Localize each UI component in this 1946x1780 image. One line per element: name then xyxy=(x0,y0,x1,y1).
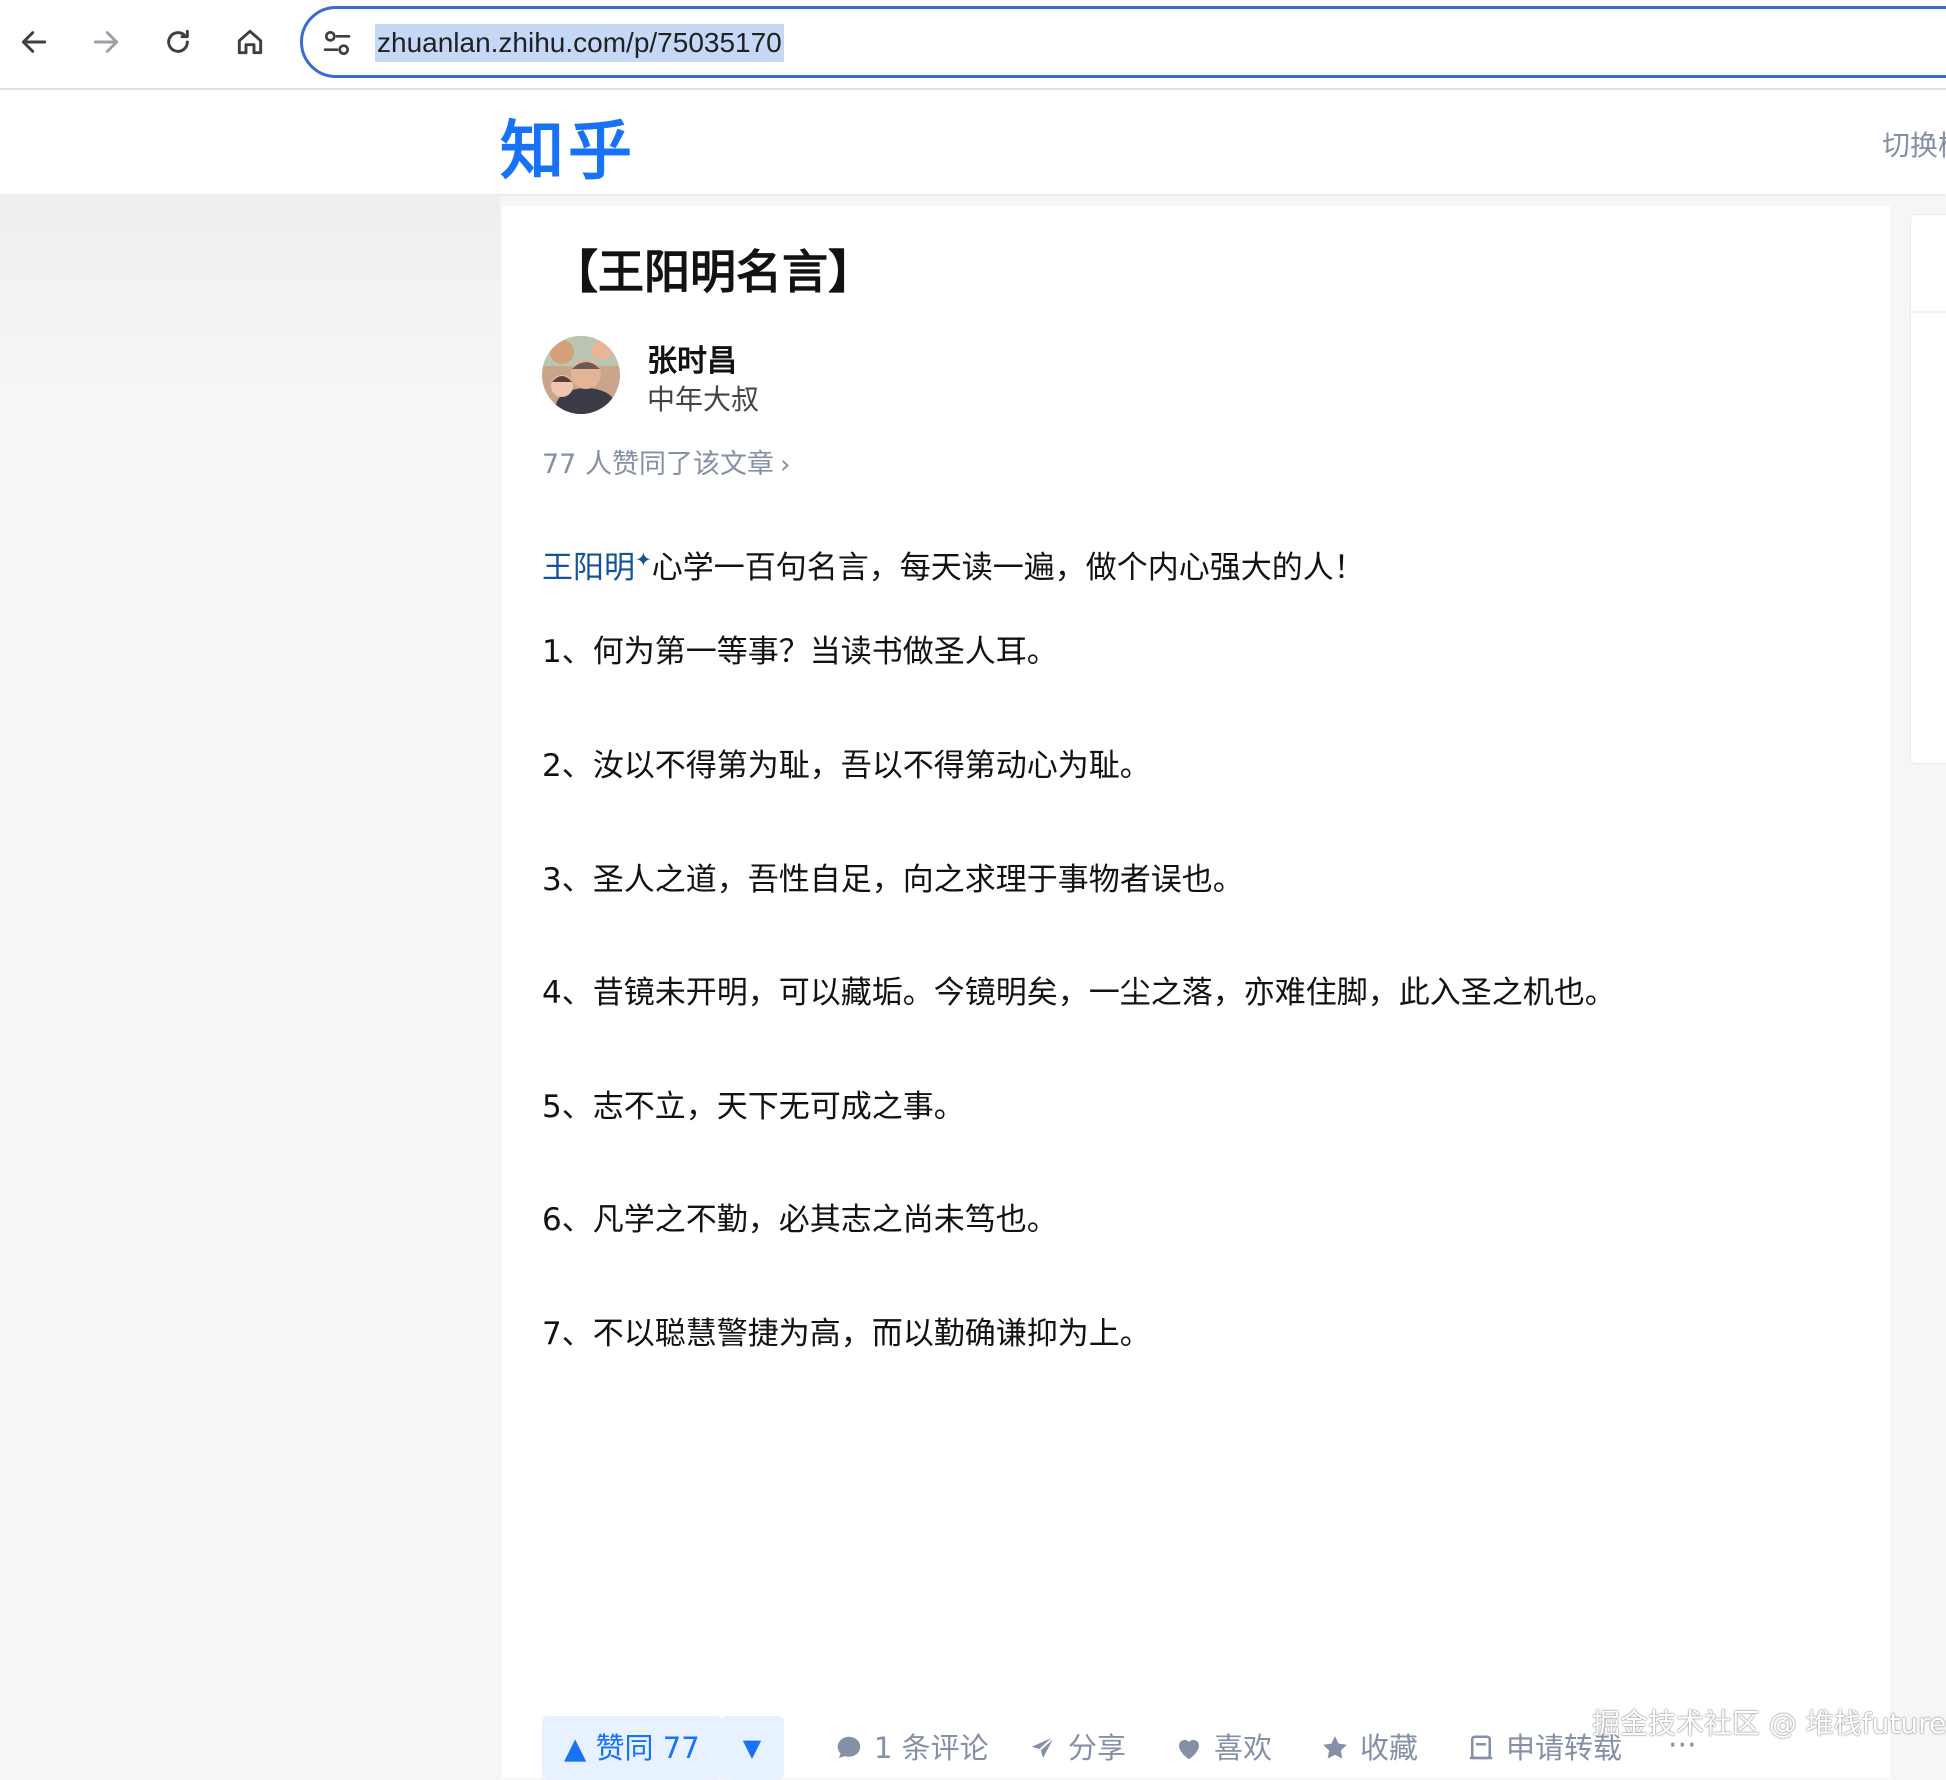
share-button[interactable]: 分享 xyxy=(1028,1716,1126,1780)
avatar[interactable] xyxy=(542,336,620,414)
sidebar-card xyxy=(1910,214,1946,764)
comment-icon xyxy=(837,1736,861,1758)
collect-label: 收藏 xyxy=(1360,1731,1419,1765)
document-icon xyxy=(1469,1735,1493,1760)
share-label: 分享 xyxy=(1068,1731,1127,1765)
zhihu-logo[interactable]: 知乎 xyxy=(500,100,636,192)
url-text[interactable]: zhuanlan.zhihu.com/p/75035170 xyxy=(375,24,784,62)
intro-paragraph: 王阳明✦心学一百句名言，每天读一遍，做个内心强大的人！ xyxy=(542,542,1365,587)
article-title: 【王阳明名言】 xyxy=(552,245,874,299)
reload-icon xyxy=(167,29,189,53)
quote-item: 2、汝以不得第为耻，吾以不得第动心为耻。 xyxy=(542,748,1151,784)
quote-item: 3、圣人之道，吾性自足，向之求理于事物者误也。 xyxy=(542,862,1244,898)
watermark: 掘金技术社区 @ 堆栈future xyxy=(1592,1707,1946,1740)
sparkle-icon: ✦ xyxy=(635,547,652,572)
back-button[interactable] xyxy=(8,16,60,68)
author-photo-icon xyxy=(542,336,620,414)
comment-label: 1 条评论 xyxy=(874,1731,989,1765)
page-background xyxy=(0,196,500,396)
like-label: 喜欢 xyxy=(1214,1731,1273,1765)
divider xyxy=(1911,311,1946,313)
home-icon xyxy=(237,29,263,55)
intro-text: 心学一百句名言，每天读一遍，做个内心强大的人！ xyxy=(651,550,1365,586)
article-card: 【王阳明名言】 张时昌 中年大叔 77 人赞同了该文章 › 王阳明✦心学一百句名言… xyxy=(502,206,1890,1780)
paper-plane-icon xyxy=(1031,1736,1055,1758)
wang-yangming-link[interactable]: 王阳明 xyxy=(542,550,635,586)
quote-item: 7、不以聪慧警捷为高，而以勤确谦抑为上。 xyxy=(542,1316,1151,1352)
quote-item: 4、昔镜未开明，可以藏垢。今镜明矣，一尘之落，亦难住脚，此入圣之机也。 xyxy=(542,975,1616,1011)
browser-toolbar: zhuanlan.zhihu.com/p/75035170 xyxy=(0,0,1946,90)
downvote-button[interactable]: ▼ xyxy=(720,1716,784,1780)
author-name[interactable]: 张时昌 xyxy=(647,336,737,380)
chevron-right-icon: › xyxy=(779,450,791,480)
site-header: 知乎 切换模式 xyxy=(0,90,1946,194)
forward-button[interactable] xyxy=(80,16,132,68)
like-button[interactable]: 喜欢 xyxy=(1174,1716,1272,1780)
site-settings-icon[interactable] xyxy=(321,27,353,59)
heart-icon xyxy=(1179,1739,1199,1760)
voters-text: 77 人赞同了该文章 xyxy=(542,449,774,480)
voters-link[interactable]: 77 人赞同了该文章 › xyxy=(542,442,790,481)
comment-button[interactable]: 1 条评论 xyxy=(834,1716,989,1780)
address-bar[interactable]: zhuanlan.zhihu.com/p/75035170 xyxy=(300,6,1946,78)
quote-item: 6、凡学之不勤，必其志之尚未笃也。 xyxy=(542,1202,1058,1238)
quote-item: 5、志不立，天下无可成之事。 xyxy=(542,1089,965,1125)
reload-button[interactable] xyxy=(152,16,204,68)
arrow-right-icon xyxy=(93,31,119,53)
arrow-left-icon xyxy=(21,31,47,53)
quote-item: 1、何为第一等事？当读书做圣人耳。 xyxy=(542,634,1058,670)
upvote-button[interactable]: ▲ 赞同 77 xyxy=(542,1716,722,1780)
home-button[interactable] xyxy=(224,16,276,68)
author-bio: 中年大叔 xyxy=(647,383,760,416)
collect-button[interactable]: 收藏 xyxy=(1320,1716,1418,1780)
switch-mode-link[interactable]: 切换模式 xyxy=(1882,124,1946,164)
star-icon xyxy=(1323,1736,1347,1759)
